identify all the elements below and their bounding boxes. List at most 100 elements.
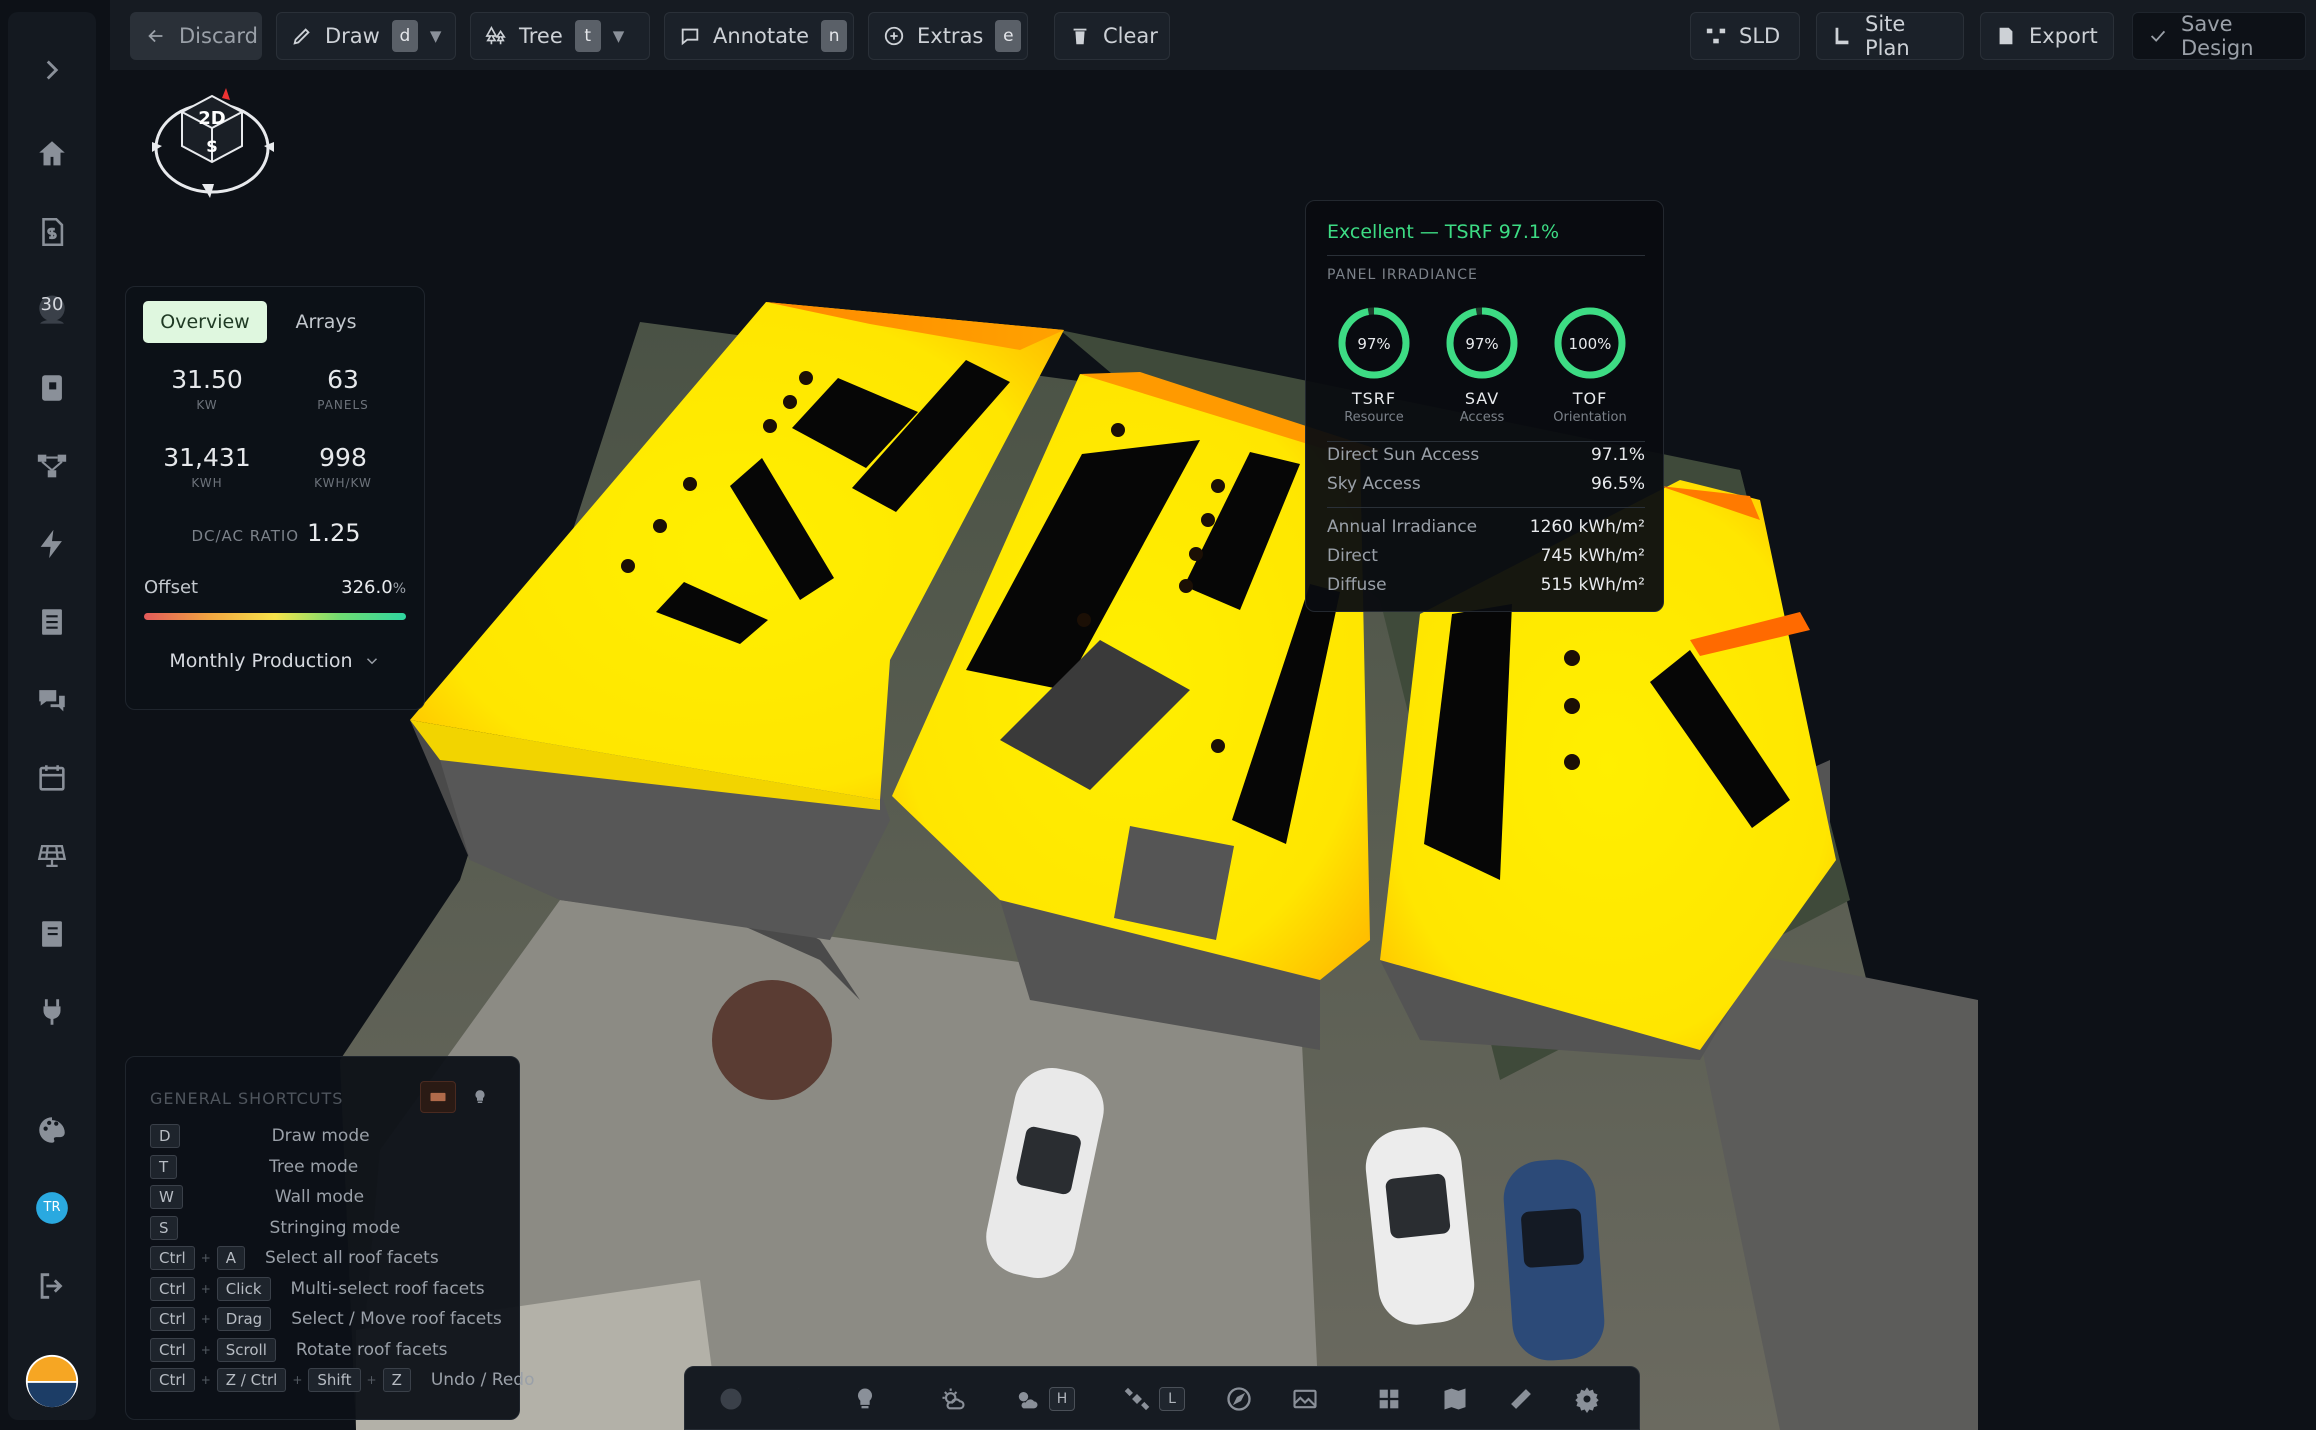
export-button[interactable]: Export xyxy=(1980,12,2114,60)
home-icon xyxy=(39,141,65,166)
direct-label: Direct xyxy=(1327,546,1378,566)
sidebar-item-theme[interactable] xyxy=(8,1100,96,1160)
tof-desc: Orientation xyxy=(1553,410,1627,425)
chat-bubbles-icon xyxy=(39,690,65,712)
diffuse-value: 515 kWh/m² xyxy=(1540,575,1645,595)
tree-label: Tree xyxy=(519,24,563,48)
extras-button[interactable]: Extras e xyxy=(868,12,1028,60)
sidebar-item-solar-panel[interactable] xyxy=(8,826,96,886)
diagram-icon xyxy=(1706,28,1726,44)
annotate-shortcut-key: n xyxy=(821,20,848,52)
irradiance-section-title: PANEL IRRADIANCE xyxy=(1327,267,1478,283)
sidebar-item-messages[interactable] xyxy=(8,670,96,730)
logout-button[interactable] xyxy=(8,1256,96,1316)
car-3 xyxy=(1503,1159,1605,1361)
lightbulb-button[interactable] xyxy=(851,1381,879,1417)
sun-cloud-icon xyxy=(942,1388,965,1410)
grid-button[interactable] xyxy=(1375,1381,1403,1417)
sidebar-item-home[interactable] xyxy=(8,124,96,184)
annotate-button[interactable]: Annotate n xyxy=(664,12,854,60)
grid-icon xyxy=(1379,1389,1399,1409)
sidebar-item-diagram[interactable] xyxy=(8,436,96,496)
draw-button[interactable]: Draw d ▼ xyxy=(276,12,456,60)
tree-button[interactable]: Tree t ▼ xyxy=(470,12,650,60)
chevron-down-icon[interactable]: ▼ xyxy=(430,27,442,45)
settings-button[interactable] xyxy=(1573,1381,1601,1417)
bottom-toolbar: H L xyxy=(684,1366,1640,1430)
tsrf-desc: Resource xyxy=(1344,410,1404,425)
site-plan-label: Site Plan xyxy=(1865,12,1910,60)
satellite-button[interactable]: L xyxy=(1123,1381,1185,1417)
brand-logo xyxy=(8,1346,96,1416)
keyboard-icon xyxy=(430,1092,446,1102)
sav-abbr: SAV xyxy=(1464,389,1500,408)
discard-button[interactable]: Discard xyxy=(130,12,262,60)
save-design-button[interactable]: Save Design xyxy=(2132,12,2306,60)
weather-toggle-button[interactable]: H xyxy=(1013,1381,1075,1417)
site-plan-button[interactable]: Site Plan xyxy=(1816,12,1964,60)
shortcut-key: Shift xyxy=(308,1368,361,1392)
sld-label: SLD xyxy=(1739,24,1781,48)
image-icon xyxy=(1293,1389,1317,1409)
diagram-icon xyxy=(37,454,67,478)
sidebar-badge-count: 30 xyxy=(40,294,64,315)
site-plan-icon xyxy=(1835,27,1849,45)
ruler-icon xyxy=(1511,1389,1531,1409)
tips-toggle[interactable] xyxy=(466,1083,494,1111)
tab-overview[interactable]: Overview xyxy=(143,301,267,343)
compass-button[interactable] xyxy=(1225,1381,1253,1417)
sld-button[interactable]: SLD xyxy=(1690,12,1800,60)
shortcut-key: T xyxy=(150,1154,178,1179)
sidebar-item-badge[interactable]: 30 xyxy=(8,280,96,340)
shortcut-key: Ctrl xyxy=(150,1276,195,1301)
monthly-production-dropdown[interactable]: Monthly Production xyxy=(144,635,406,687)
tab-overview-label: Overview xyxy=(160,311,250,333)
user-avatar[interactable]: TR xyxy=(8,1178,96,1238)
diffuse-row: Diffuse 515 kWh/m² xyxy=(1327,575,1645,595)
shortcut-row: T Tree mode xyxy=(150,1154,358,1180)
stat-panels: 63 PANELS xyxy=(278,365,408,412)
view-cube[interactable]: 2D S xyxy=(144,86,284,206)
measure-button[interactable] xyxy=(1507,1381,1535,1417)
extras-shortcut-key: e xyxy=(995,20,1022,52)
shortcut-row: Ctrl + Scroll Rotate roof facets xyxy=(150,1337,448,1363)
keyboard-shortcuts-toggle[interactable] xyxy=(420,1081,456,1113)
chevron-down-icon[interactable]: ▼ xyxy=(613,27,625,45)
sidebar-item-calendar[interactable] xyxy=(8,748,96,808)
tof-abbr: TOF xyxy=(1572,389,1608,408)
sidebar-item-electrical[interactable] xyxy=(8,514,96,574)
direct-sun-access-row: Direct Sun Access 97.1% xyxy=(1327,445,1645,465)
stat-panels-value: 63 xyxy=(327,365,359,394)
stat-kwh-unit: KWH xyxy=(191,476,223,490)
sidebar-item-equipment[interactable] xyxy=(8,358,96,418)
sidebar-item-documents[interactable] xyxy=(8,592,96,652)
stat-panels-unit: PANELS xyxy=(317,398,369,412)
sun-cloud-icon xyxy=(1018,1392,1038,1409)
divider xyxy=(1327,255,1645,256)
tab-arrays[interactable]: Arrays xyxy=(276,301,376,343)
direct-sun-access-label: Direct Sun Access xyxy=(1327,445,1480,465)
arrow-left-icon xyxy=(148,29,163,43)
expand-sidebar-button[interactable] xyxy=(8,40,96,100)
shortcut-row: Ctrl + A Select all roof facets xyxy=(150,1245,439,1271)
checkmark-icon xyxy=(2150,30,2166,42)
notebook-icon xyxy=(42,921,62,947)
shortcut-row: D Draw mode xyxy=(150,1123,370,1149)
clear-button[interactable]: Clear xyxy=(1054,12,1170,60)
sidebar-item-proposal[interactable] xyxy=(8,202,96,262)
plug-icon xyxy=(43,999,61,1025)
map-button[interactable] xyxy=(1441,1381,1469,1417)
avatar-initials: TR xyxy=(43,1200,61,1215)
discard-label: Discard xyxy=(179,24,258,48)
sidebar-item-plug[interactable] xyxy=(8,982,96,1042)
tof-label: TOF Orientation xyxy=(1540,389,1640,425)
lightning-icon xyxy=(40,529,62,559)
shade-analysis-button[interactable] xyxy=(939,1381,967,1417)
shade-tool-button[interactable] xyxy=(783,1381,811,1417)
stat-kwh-per-kw: 998 KWH/KW xyxy=(278,443,408,490)
sidebar-item-notes[interactable] xyxy=(8,904,96,964)
shortcut-row: Ctrl + Drag Select / Move roof facets xyxy=(150,1306,502,1332)
circle-tool-button[interactable] xyxy=(717,1381,745,1417)
image-layer-button[interactable] xyxy=(1291,1381,1319,1417)
trees-icon xyxy=(485,26,506,45)
